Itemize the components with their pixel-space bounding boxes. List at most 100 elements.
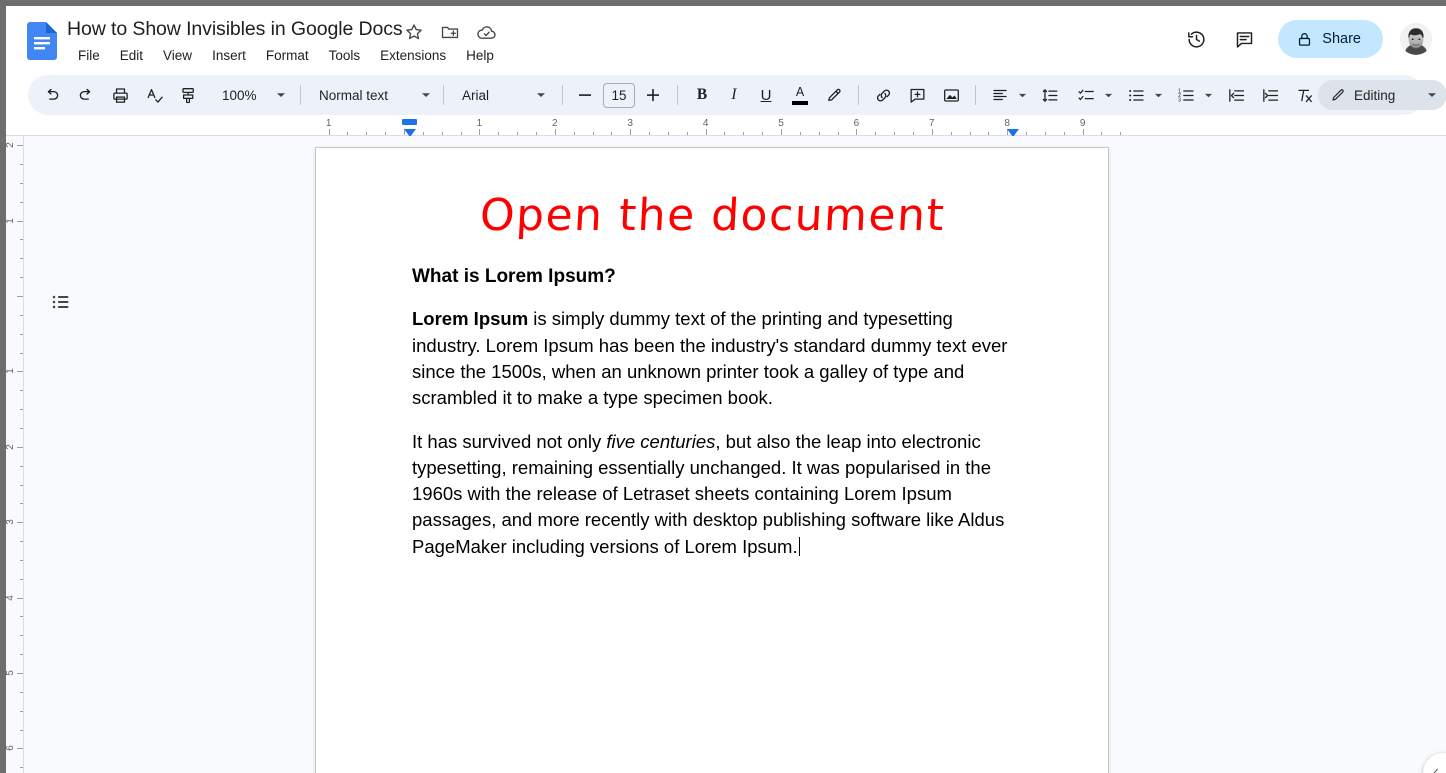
- font-family-select[interactable]: Arial: [454, 81, 550, 109]
- vertical-ruler-line: [23, 136, 24, 773]
- collapse-side-panel-button[interactable]: [1423, 753, 1446, 773]
- italic-button[interactable]: I: [720, 81, 748, 109]
- toolbar-separator: [975, 85, 976, 105]
- chevron-down-icon: [413, 90, 431, 100]
- vruler-number: 1: [6, 369, 16, 375]
- editing-mode-selector[interactable]: Editing: [1318, 80, 1446, 110]
- share-button-label: Share: [1322, 31, 1361, 47]
- paragraph-style-select[interactable]: Normal text: [311, 81, 435, 109]
- google-docs-window: How to Show Invisibles in Google Docs Fi…: [6, 6, 1446, 773]
- menu-item-edit[interactable]: Edit: [110, 45, 153, 66]
- chevron-left-icon: [1429, 766, 1443, 773]
- svg-text:3: 3: [1178, 97, 1181, 103]
- menu-item-view[interactable]: View: [153, 45, 202, 66]
- editing-mode-label: Editing: [1354, 88, 1395, 103]
- user-avatar[interactable]: [1400, 23, 1432, 55]
- main-toolbar: 100% Normal text Arial: [28, 75, 1424, 115]
- text-color-button[interactable]: A: [786, 81, 814, 109]
- zoom-select[interactable]: 100%: [214, 81, 290, 109]
- document-paragraph-1: Lorem Ipsum is simply dummy text of the …: [412, 306, 1014, 411]
- undo-icon[interactable]: [38, 81, 66, 109]
- ruler-number: 2: [552, 118, 558, 129]
- ruler-number: 6: [854, 118, 860, 129]
- checklist-icon[interactable]: [1072, 81, 1100, 109]
- print-icon[interactable]: [106, 81, 134, 109]
- lock-icon: [1296, 31, 1313, 48]
- menu-item-format[interactable]: Format: [256, 45, 319, 66]
- star-icon[interactable]: [404, 22, 424, 42]
- underline-label: U: [761, 87, 772, 104]
- clear-formatting-icon[interactable]: [1290, 81, 1318, 109]
- numbered-list-dropdown-caret-icon[interactable]: [1200, 81, 1216, 109]
- toolbar-separator: [677, 85, 678, 105]
- redo-icon[interactable]: [72, 81, 100, 109]
- document-body[interactable]: Open the document What is Lorem Ipsum? L…: [412, 178, 1014, 577]
- highlight-pen-icon[interactable]: [820, 81, 848, 109]
- underline-button[interactable]: U: [752, 81, 780, 109]
- comment-icon[interactable]: [1226, 21, 1262, 57]
- increase-indent-icon[interactable]: [1256, 81, 1284, 109]
- document-subheading: What is Lorem Ipsum?: [412, 266, 1014, 288]
- vruler-number: 2: [6, 142, 16, 148]
- ruler-number: 8: [1004, 118, 1010, 129]
- left-indent-marker[interactable]: [404, 129, 416, 136]
- vruler-number: 3: [6, 519, 16, 525]
- decrease-indent-icon[interactable]: [1222, 81, 1250, 109]
- paragraph-1-bold-lead: Lorem Ipsum: [412, 308, 528, 329]
- decrease-font-size-button[interactable]: [571, 81, 599, 109]
- insert-image-icon[interactable]: [937, 81, 965, 109]
- ruler-number: 4: [703, 118, 709, 129]
- menu-item-tools[interactable]: Tools: [319, 45, 371, 66]
- ruler-number: 1: [477, 118, 483, 129]
- ruler-number: 3: [627, 118, 633, 129]
- first-line-indent-marker[interactable]: [402, 119, 417, 125]
- vruler-number: 2: [6, 444, 16, 450]
- bold-label: B: [697, 86, 707, 104]
- document-title[interactable]: How to Show Invisibles in Google Docs: [67, 18, 403, 41]
- numbered-list-icon[interactable]: 1 2 3: [1172, 81, 1200, 109]
- zoom-value: 100%: [222, 88, 257, 103]
- menu-item-file[interactable]: File: [68, 45, 110, 66]
- vruler-number: 5: [6, 670, 16, 676]
- spellcheck-icon[interactable]: [140, 81, 168, 109]
- checklist-dropdown-caret-icon[interactable]: [1100, 81, 1116, 109]
- bold-button[interactable]: B: [688, 81, 716, 109]
- toolbar-separator: [562, 85, 563, 105]
- menu-item-insert[interactable]: Insert: [202, 45, 256, 66]
- toolbar-separator: [858, 85, 859, 105]
- chevron-down-icon: [268, 90, 286, 100]
- toolbar-separator: [443, 85, 444, 105]
- line-spacing-icon[interactable]: [1036, 81, 1064, 109]
- toolbar-separator: [300, 85, 301, 105]
- document-outline-button[interactable]: [44, 285, 78, 319]
- horizontal-ruler[interactable]: 1123456789: [6, 118, 1446, 136]
- align-left-icon[interactable]: [986, 81, 1014, 109]
- version-history-icon[interactable]: [1178, 21, 1214, 57]
- document-page[interactable]: Open the document What is Lorem Ipsum? L…: [315, 147, 1109, 773]
- share-button[interactable]: Share: [1278, 20, 1383, 58]
- paragraph-2-italic-phrase: five centuries: [606, 431, 715, 452]
- font-family-value: Arial: [462, 88, 489, 103]
- link-icon[interactable]: [869, 81, 897, 109]
- title-bar: How to Show Invisibles in Google Docs Fi…: [6, 6, 1446, 72]
- chevron-down-icon: [528, 90, 546, 100]
- paragraph-style-value: Normal text: [319, 88, 388, 103]
- bulleted-list-dropdown-caret-icon[interactable]: [1150, 81, 1166, 109]
- cloud-saved-icon[interactable]: [476, 22, 496, 42]
- vruler-number: 6: [6, 746, 16, 752]
- paint-format-icon[interactable]: [174, 81, 202, 109]
- font-size-input[interactable]: [603, 83, 635, 108]
- vruler-number: 1: [6, 218, 16, 224]
- vruler-number: 4: [6, 595, 16, 601]
- toolbar-region: 100% Normal text Arial: [6, 72, 1446, 118]
- menu-item-extensions[interactable]: Extensions: [370, 45, 456, 66]
- bulleted-list-icon[interactable]: [1122, 81, 1150, 109]
- increase-font-size-button[interactable]: [639, 81, 667, 109]
- vertical-ruler[interactable]: 2 1 1 2 3 4 5 6: [6, 136, 24, 773]
- move-to-folder-icon[interactable]: [440, 22, 460, 42]
- text-cursor: [799, 537, 801, 556]
- align-dropdown-caret-icon[interactable]: [1014, 81, 1030, 109]
- right-indent-marker[interactable]: [1007, 129, 1019, 136]
- add-comment-icon[interactable]: [903, 81, 931, 109]
- menu-item-help[interactable]: Help: [456, 45, 504, 66]
